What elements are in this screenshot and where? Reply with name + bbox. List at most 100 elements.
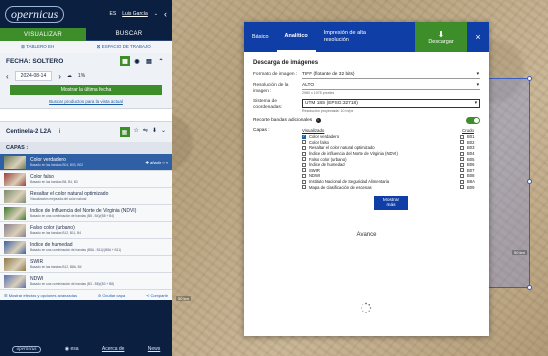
download-icon: ⬇ bbox=[437, 29, 445, 39]
area-of-interest-polygon[interactable] bbox=[484, 76, 532, 290]
visualized-checkbox[interactable] bbox=[302, 134, 306, 139]
info-icon[interactable]: i bbox=[315, 118, 321, 123]
layer-item[interactable]: Índice de humedad Basado en una combinaci… bbox=[0, 239, 172, 256]
raw-band-checkbox[interactable] bbox=[460, 145, 464, 150]
visualized-checkbox[interactable] bbox=[302, 168, 306, 173]
layer-item[interactable]: Color falso Basado en las bandas B8, B4, … bbox=[0, 171, 172, 188]
export-layer-row: Instituto Nacional de Seguridad Alimenta… bbox=[302, 179, 480, 185]
tab-visualizar[interactable]: VISUALIZAR bbox=[0, 28, 86, 41]
esa-logo[interactable]: ◉ esa bbox=[65, 346, 79, 352]
tab-espacio-trabajo[interactable]: ⊠ ESPACIO DE TRABAJO bbox=[97, 44, 151, 50]
visualized-checkbox[interactable] bbox=[302, 145, 306, 150]
prev-date-button[interactable]: ‹ bbox=[6, 72, 9, 81]
sub-tabs: ⊠ TABLERO EH ⊠ ESPACIO DE TRABAJO bbox=[0, 41, 172, 53]
language-selector[interactable]: ES bbox=[110, 11, 117, 17]
date-input[interactable]: 2024-08-14 bbox=[14, 71, 53, 81]
raw-band-checkbox[interactable] bbox=[460, 162, 464, 167]
visualized-checkbox[interactable] bbox=[302, 179, 306, 184]
layer-item[interactable]: NDWI Basado en una combinación de bandas … bbox=[0, 273, 172, 290]
layer-item[interactable]: Falso color (urbano) Basado en las bandas… bbox=[0, 222, 172, 239]
export-layer-name: Índice de humedad bbox=[309, 162, 345, 168]
export-layer-row: Índice de influencia del Norte de Virgin… bbox=[302, 151, 480, 157]
export-layer-name: SWIR bbox=[309, 167, 320, 173]
layer-item[interactable]: Resaltar el color natural optimizado Visu… bbox=[0, 188, 172, 205]
resolution-hint: 2980 x 1975 píxeles bbox=[302, 91, 335, 95]
calendar-range-icon[interactable]: ◉ bbox=[132, 56, 142, 66]
copernicus-logo[interactable]: opernicus bbox=[5, 5, 65, 23]
layers-heading: CAPAS : bbox=[0, 142, 172, 154]
collapse-sidebar-icon[interactable]: ‹ bbox=[164, 9, 167, 19]
layer-item[interactable]: Índice de Influencia del Norte de Virgin… bbox=[0, 205, 172, 222]
footer-copernicus-logo[interactable]: opernicus bbox=[11, 345, 42, 353]
filter-icon[interactable]: ⇋ bbox=[143, 127, 148, 137]
download-icon[interactable]: ⬇ bbox=[152, 127, 157, 137]
crs-select[interactable]: UTM 18S (EPSG:32718) ▾ bbox=[302, 99, 480, 108]
chevron-up-icon[interactable]: ⌃ bbox=[156, 56, 166, 66]
export-layer-name: Instituto Nacional de Seguridad Alimenta… bbox=[309, 179, 390, 185]
theme-select-value: Por defecto bbox=[8, 112, 34, 118]
layer-text: Resaltar el color natural optimizado Visu… bbox=[30, 191, 168, 201]
layer-actions[interactable]: ✚ añadir ‹› ▿ bbox=[146, 160, 168, 165]
layer-item[interactable]: SWIR Basado en las bandas B12, B8A, B4 bbox=[0, 256, 172, 273]
collection-title: Centinela-2 L2A bbox=[6, 129, 52, 135]
raw-band-checkbox[interactable] bbox=[460, 168, 464, 173]
date-mode-label: FECHA: SOLTERO bbox=[6, 57, 64, 65]
raw-band-checkbox[interactable] bbox=[460, 151, 464, 156]
visualized-checkbox[interactable] bbox=[302, 173, 306, 178]
cloud-icon: ☁ bbox=[66, 73, 72, 79]
raw-band-name: B07 bbox=[467, 167, 475, 173]
next-date-button[interactable]: › bbox=[58, 72, 61, 81]
tab-analitico[interactable]: Analítico bbox=[276, 22, 316, 52]
layer-item[interactable]: Color verdadero Basado en las bandas B04,… bbox=[0, 154, 172, 171]
close-icon[interactable]: × bbox=[467, 22, 489, 52]
calendar-list-icon[interactable]: ▤ bbox=[144, 56, 154, 66]
dropdown-arrow-icon: ▾ bbox=[474, 101, 477, 106]
theme-select[interactable]: Por defecto ⌄ bbox=[0, 108, 172, 122]
visualized-checkbox[interactable] bbox=[302, 140, 306, 145]
share-link[interactable]: ≺ Compartir bbox=[146, 293, 168, 298]
raw-band-checkbox[interactable] bbox=[460, 140, 464, 145]
layer-text: SWIR Basado en las bandas B12, B8A, B4 bbox=[30, 259, 168, 269]
visualized-column-header: Visualizado bbox=[302, 128, 325, 133]
info-icon[interactable]: i bbox=[59, 129, 60, 135]
news-link[interactable]: News bbox=[148, 346, 161, 352]
export-layer-name: Resaltar el color natural optimizado bbox=[309, 145, 375, 151]
export-layer-row: Mapa de clasificación de escenas B09 bbox=[302, 184, 480, 190]
tab-buscar[interactable]: BUSCAR bbox=[86, 28, 172, 41]
calendar-grid-icon[interactable]: ▦ bbox=[120, 56, 130, 66]
raw-band-checkbox[interactable] bbox=[460, 179, 464, 184]
show-more-button[interactable]: Mostrar más bbox=[374, 195, 408, 210]
aoi-vertex[interactable] bbox=[527, 179, 532, 184]
visualized-checkbox[interactable] bbox=[302, 162, 306, 167]
show-latest-date-button[interactable]: Mostrar la última fecha bbox=[10, 85, 162, 95]
raw-band-checkbox[interactable] bbox=[460, 157, 464, 162]
download-button[interactable]: ⬇ Descargar bbox=[415, 22, 467, 52]
visualized-checkbox[interactable] bbox=[302, 151, 306, 156]
tab-impresion-alta-resolucion[interactable]: Impresión de alta resolución bbox=[316, 22, 386, 52]
grid-view-icon[interactable]: ▦ bbox=[119, 127, 130, 137]
raw-band-checkbox[interactable] bbox=[460, 134, 464, 139]
hide-layer-link[interactable]: ⊘ Ocultar capa bbox=[98, 293, 125, 298]
chevron-down-icon[interactable]: ⌄ bbox=[154, 11, 158, 17]
resolution-select[interactable]: ALTO ▾ bbox=[302, 83, 480, 90]
aoi-vertex[interactable] bbox=[527, 76, 532, 81]
raw-band-checkbox[interactable] bbox=[460, 173, 464, 178]
search-products-link[interactable]: Buscar productos para la vista actual bbox=[0, 97, 172, 108]
visualized-checkbox[interactable] bbox=[302, 157, 306, 162]
chevron-down-icon[interactable]: ⌄ bbox=[161, 127, 166, 137]
tab-tablero[interactable]: ⊠ TABLERO EH bbox=[21, 44, 54, 50]
aoi-vertex[interactable] bbox=[527, 285, 532, 290]
progress-label: Avance bbox=[356, 231, 377, 238]
user-menu[interactable]: Luis García bbox=[122, 11, 148, 17]
image-format-label: Formato de imagen : bbox=[253, 72, 298, 77]
layers-label: Capas : bbox=[253, 128, 270, 133]
tab-basico[interactable]: Básico bbox=[244, 22, 277, 52]
raw-band-checkbox[interactable] bbox=[460, 185, 464, 190]
star-icon[interactable]: ☆ bbox=[134, 127, 139, 137]
layer-description: Basado en las bandas B12, B11, B4 bbox=[30, 231, 81, 235]
about-link[interactable]: Acerca de bbox=[102, 346, 125, 352]
advanced-options-link[interactable]: ☰ Mostrar efectos y opciones avanzadas bbox=[4, 293, 77, 298]
visualized-checkbox[interactable] bbox=[302, 185, 306, 190]
image-format-select[interactable]: TIFF (flotante de 32 bits) ▾ bbox=[302, 72, 480, 79]
extra-bands-toggle[interactable] bbox=[466, 117, 480, 124]
